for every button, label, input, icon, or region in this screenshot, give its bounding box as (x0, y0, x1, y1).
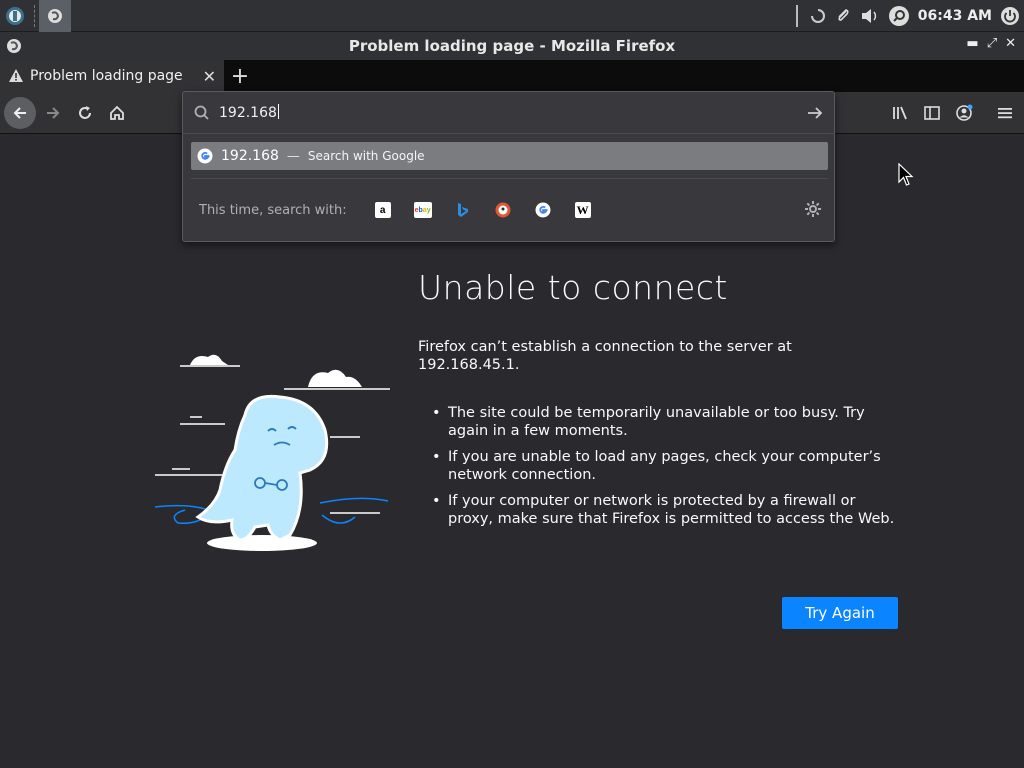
loading-spinner-icon (810, 9, 825, 23)
search-engine-wikipedia[interactable]: W (563, 198, 603, 222)
maximize-icon[interactable]: ⤢ (987, 36, 997, 51)
taskbar: 06:43 AM (0, 0, 1024, 32)
ebay-icon: ebay (413, 202, 432, 218)
forward-button[interactable] (37, 97, 69, 129)
tab-strip: Problem loading page ✕ + (0, 60, 1024, 92)
search-suggestion-row[interactable]: 192.168 — Search with Google (191, 142, 828, 170)
back-button[interactable] (4, 97, 36, 129)
home-button[interactable] (101, 97, 133, 129)
account-button[interactable] (948, 97, 980, 129)
error-title: Unable to connect (418, 268, 728, 307)
system-tray: 06:43 AM (795, 0, 1024, 32)
error-suggestion-item: If your computer or network is protected… (432, 492, 902, 528)
tab-close-icon[interactable]: ✕ (203, 67, 216, 86)
tab-title: Problem loading page (30, 68, 183, 84)
one-off-label: This time, search with: (199, 202, 347, 218)
urlbar-value[interactable]: 192.168 (219, 104, 798, 121)
search-engine-ebay[interactable]: ebay (403, 198, 443, 222)
firefox-icon (48, 8, 62, 23)
go-arrow-icon[interactable] (806, 104, 824, 122)
bing-icon (457, 203, 468, 217)
duckduckgo-icon (495, 202, 511, 218)
sidebar-button[interactable] (916, 97, 948, 129)
arrow-left-icon (13, 107, 26, 119)
power-icon[interactable] (1000, 6, 1020, 26)
window-titlebar: Problem loading page - Mozilla Firefox ▬… (0, 32, 1024, 60)
arrow-right-icon (47, 107, 60, 119)
google-icon (197, 148, 213, 164)
warning-icon (9, 69, 23, 82)
search-engine-bing[interactable] (443, 198, 483, 222)
suggestion-action: Search with Google (307, 149, 425, 163)
new-tab-button[interactable]: + (224, 60, 256, 92)
amazon-icon: a (374, 202, 391, 218)
search-engine-duckduckgo[interactable] (483, 198, 523, 222)
gear-icon[interactable] (804, 200, 822, 218)
search-engine-amazon[interactable]: a (363, 198, 403, 222)
tray-separator (795, 5, 798, 27)
try-again-button[interactable]: Try Again (782, 597, 898, 629)
app-launcher-button[interactable] (0, 0, 30, 32)
home-icon (110, 105, 124, 120)
popup-divider (191, 178, 828, 179)
tab-problem-loading[interactable]: Problem loading page ✕ (0, 60, 224, 92)
taskbar-separator (34, 4, 35, 27)
suggestion-separator: — (286, 148, 300, 164)
taskbar-firefox-app[interactable] (39, 0, 71, 32)
volume-icon[interactable] (860, 7, 880, 25)
wikipedia-icon: W (574, 202, 591, 218)
reload-button[interactable] (69, 97, 101, 129)
error-description: Firefox can’t establish a connection to … (418, 339, 792, 373)
error-suggestion-item: If you are unable to load any pages, che… (432, 448, 902, 484)
close-icon[interactable]: ✕ (1005, 36, 1016, 51)
search-icon (194, 105, 209, 120)
dinosaur-illustration (154, 354, 390, 551)
firefox-icon (7, 39, 21, 53)
minimize-icon[interactable]: ▬ (966, 36, 978, 51)
error-suggestion-item: The site could be temporarily unavailabl… (432, 404, 902, 440)
library-button[interactable] (884, 97, 916, 129)
launcher-icon (6, 6, 24, 25)
mouse-cursor-icon (898, 163, 914, 186)
sidebar-icon (924, 106, 940, 120)
hamburger-menu-icon (998, 108, 1012, 119)
one-off-search-bar: This time, search with: a ebay W (199, 198, 603, 222)
library-icon (893, 106, 907, 120)
urlbar-input[interactable]: 192.168 (183, 92, 834, 134)
urlbar-popup: 192.168 192.168 — Search with Google Thi… (182, 91, 835, 242)
window-title: Problem loading page - Mozilla Firefox (348, 37, 676, 55)
google-icon (535, 202, 551, 218)
reload-icon (79, 106, 91, 119)
window-controls: ▬ ⤢ ✕ (966, 36, 1016, 51)
search-icon[interactable] (888, 5, 910, 27)
clock: 06:43 AM (917, 8, 992, 24)
suggestion-query: 192.168 (221, 148, 279, 164)
search-engine-google[interactable] (523, 198, 563, 222)
paperclip-icon[interactable] (834, 7, 852, 25)
menu-button[interactable] (989, 97, 1021, 129)
plus-icon: + (230, 63, 250, 89)
account-icon (956, 104, 973, 121)
error-suggestions-list: The site could be temporarily unavailabl… (432, 404, 902, 536)
